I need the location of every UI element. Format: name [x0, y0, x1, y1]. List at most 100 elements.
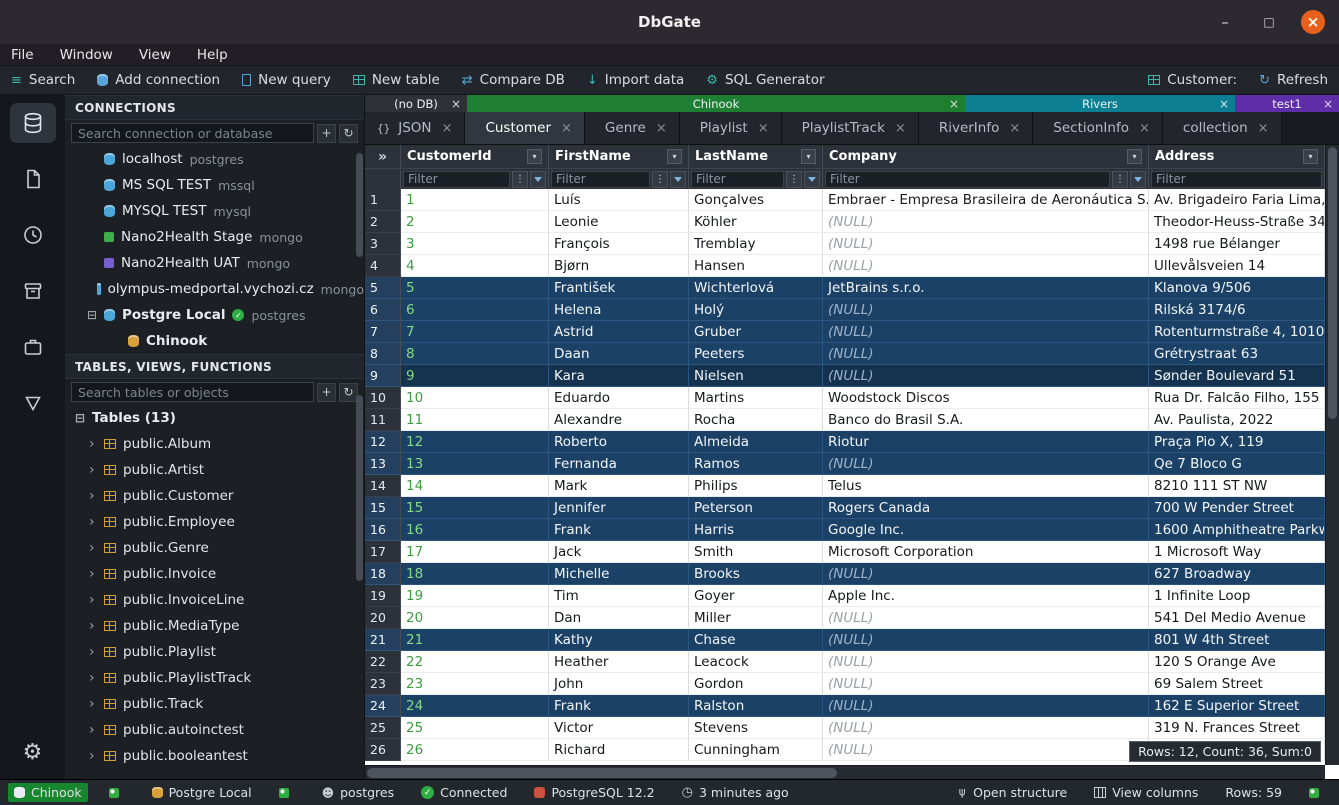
cell-company[interactable]: Microsoft Corporation [823, 541, 1149, 563]
grid-corner-expand[interactable]: » [365, 145, 401, 168]
column-header[interactable]: Address ▾ [1149, 145, 1325, 168]
cell-address[interactable]: Rotenturmstraße 4, 1010 I [1149, 321, 1325, 343]
filter-input[interactable] [825, 171, 1110, 188]
close-icon[interactable]: × [656, 121, 667, 136]
cell-lastname[interactable]: Tremblay [689, 233, 823, 255]
cell-customerid[interactable]: 22 [401, 651, 549, 673]
tables-group-row[interactable]: ⊟ Tables (13) [65, 405, 364, 431]
table-row[interactable]: 18 18 Michelle Brooks (NULL) 627 Broadwa… [365, 563, 1325, 585]
row-number[interactable]: 1 [365, 189, 401, 211]
row-number[interactable]: 4 [365, 255, 401, 277]
tab[interactable]: PlaylistTrack × [782, 112, 919, 144]
cell-company[interactable]: (NULL) [823, 343, 1149, 365]
table-row[interactable]: 24 24 Frank Ralston (NULL) 162 E Superio… [365, 695, 1325, 717]
database-tab-group[interactable]: (no DB) × [365, 95, 467, 112]
close-icon[interactable]: × [1009, 121, 1020, 136]
add-connection-mini-button[interactable]: + [317, 124, 336, 143]
cell-address[interactable]: 541 Del Medio Avenue [1149, 607, 1325, 629]
cell-lastname[interactable]: Philips [689, 475, 823, 497]
table-item[interactable]: › public.Album [65, 431, 364, 457]
tab[interactable]: SectionInfo × [1033, 112, 1163, 144]
row-number[interactable]: 6 [365, 299, 401, 321]
cell-firstname[interactable]: John [549, 673, 689, 695]
tab[interactable]: Customer × [465, 112, 584, 144]
connections-scrollbar-thumb[interactable] [356, 153, 363, 257]
cell-address[interactable]: 627 Broadway [1149, 563, 1325, 585]
table-row[interactable]: 1 1 Luís Gonçalves Embraer - Empresa Bra… [365, 189, 1325, 211]
chevron-right-icon[interactable]: › [89, 462, 97, 478]
cell-lastname[interactable]: Holý [689, 299, 823, 321]
table-item[interactable]: › public.autoinctest [65, 717, 364, 743]
cell-lastname[interactable]: Chase [689, 629, 823, 651]
cell-customerid[interactable]: 13 [401, 453, 549, 475]
statusbar-item[interactable]: PostgreSQL 12.2 [528, 783, 660, 802]
cell-address[interactable]: Av. Brigadeiro Faria Lima, 2 [1149, 189, 1325, 211]
close-icon[interactable]: × [1323, 97, 1333, 111]
collapse-icon[interactable]: ⊟ [75, 411, 85, 425]
cell-address[interactable]: 319 N. Frances Street [1149, 717, 1325, 739]
cell-firstname[interactable]: Frank [549, 519, 689, 541]
close-button[interactable]: × [1301, 10, 1325, 34]
cell-firstname[interactable]: Astrid [549, 321, 689, 343]
table-row[interactable]: 5 5 František Wichterlová JetBrains s.r.… [365, 277, 1325, 299]
filter-menu-button[interactable]: ⋮ [652, 171, 668, 188]
cell-lastname[interactable]: Gonçalves [689, 189, 823, 211]
cell-address[interactable]: Qe 7 Bloco G [1149, 453, 1325, 475]
column-dropdown-button[interactable]: ▾ [1303, 149, 1318, 164]
add-table-mini-button[interactable]: + [317, 383, 336, 402]
cell-customerid[interactable]: 26 [401, 739, 549, 761]
table-row[interactable]: 4 4 Bjørn Hansen (NULL) Ullevålsveien 14 [365, 255, 1325, 277]
table-row[interactable]: 15 15 Jennifer Peterson Rogers Canada 70… [365, 497, 1325, 519]
cell-address[interactable]: 162 E Superior Street [1149, 695, 1325, 717]
cell-address[interactable]: 700 W Pender Street [1149, 497, 1325, 519]
close-icon[interactable]: × [1219, 97, 1229, 111]
row-number[interactable]: 23 [365, 673, 401, 695]
row-number[interactable]: 15 [365, 497, 401, 519]
row-number[interactable]: 14 [365, 475, 401, 497]
cell-customerid[interactable]: 14 [401, 475, 549, 497]
chevron-right-icon[interactable]: › [89, 644, 97, 660]
filter-funnel-button[interactable] [804, 171, 820, 188]
horizontal-scrollbar-thumb[interactable] [367, 768, 837, 778]
statusbar-item[interactable]: View columns [1088, 783, 1204, 802]
vertical-scrollbar[interactable] [1325, 145, 1339, 765]
settings-gear-icon[interactable]: ⚙ [23, 740, 43, 765]
table-row[interactable]: 17 17 Jack Smith Microsoft Corporation 1… [365, 541, 1325, 563]
row-number[interactable]: 18 [365, 563, 401, 585]
table-item[interactable]: › public.Customer [65, 483, 364, 509]
menu-item[interactable]: View [139, 47, 171, 63]
table-item[interactable]: › public.Track [65, 691, 364, 717]
chevron-right-icon[interactable]: › [89, 592, 97, 608]
filter-input[interactable] [1151, 171, 1322, 188]
tab[interactable]: Playlist × [680, 112, 782, 144]
chevron-right-icon[interactable]: › [89, 618, 97, 634]
toolbar-button[interactable]: Add connection [86, 66, 231, 94]
cell-firstname[interactable]: Eduardo [549, 387, 689, 409]
column-dropdown-button[interactable]: ▾ [667, 149, 682, 164]
cell-firstname[interactable]: Helena [549, 299, 689, 321]
cell-company[interactable]: (NULL) [823, 453, 1149, 475]
sidebar-icon-history[interactable] [10, 215, 56, 255]
cell-address[interactable]: Rua Dr. Falcão Filho, 155 [1149, 387, 1325, 409]
table-item[interactable]: › public.Genre [65, 535, 364, 561]
menu-item[interactable]: Help [197, 47, 228, 63]
table-row[interactable]: 12 12 Roberto Almeida Riotur Praça Pio X… [365, 431, 1325, 453]
toolbar-button[interactable]: ↻ Refresh [1248, 66, 1339, 94]
chevron-right-icon[interactable]: › [89, 696, 97, 712]
cell-customerid[interactable]: 9 [401, 365, 549, 387]
cell-company[interactable]: (NULL) [823, 629, 1149, 651]
close-icon[interactable]: × [1139, 121, 1150, 136]
cell-company[interactable]: JetBrains s.r.o. [823, 277, 1149, 299]
table-item[interactable]: › public.InvoiceLine [65, 587, 364, 613]
cell-company[interactable]: Apple Inc. [823, 585, 1149, 607]
cell-company[interactable]: (NULL) [823, 563, 1149, 585]
row-number[interactable]: 25 [365, 717, 401, 739]
connection-item[interactable]: MYSQL TEST ✓ mysql [65, 198, 364, 224]
connection-item[interactable]: Chinook ✓ [65, 328, 364, 354]
cell-address[interactable]: Rilská 3174/6 [1149, 299, 1325, 321]
cell-company[interactable]: (NULL) [823, 607, 1149, 629]
cell-firstname[interactable]: Richard [549, 739, 689, 761]
connections-search-input[interactable] [71, 123, 314, 143]
cell-company[interactable]: (NULL) [823, 255, 1149, 277]
statusbar-item[interactable]: Connected [415, 783, 513, 802]
